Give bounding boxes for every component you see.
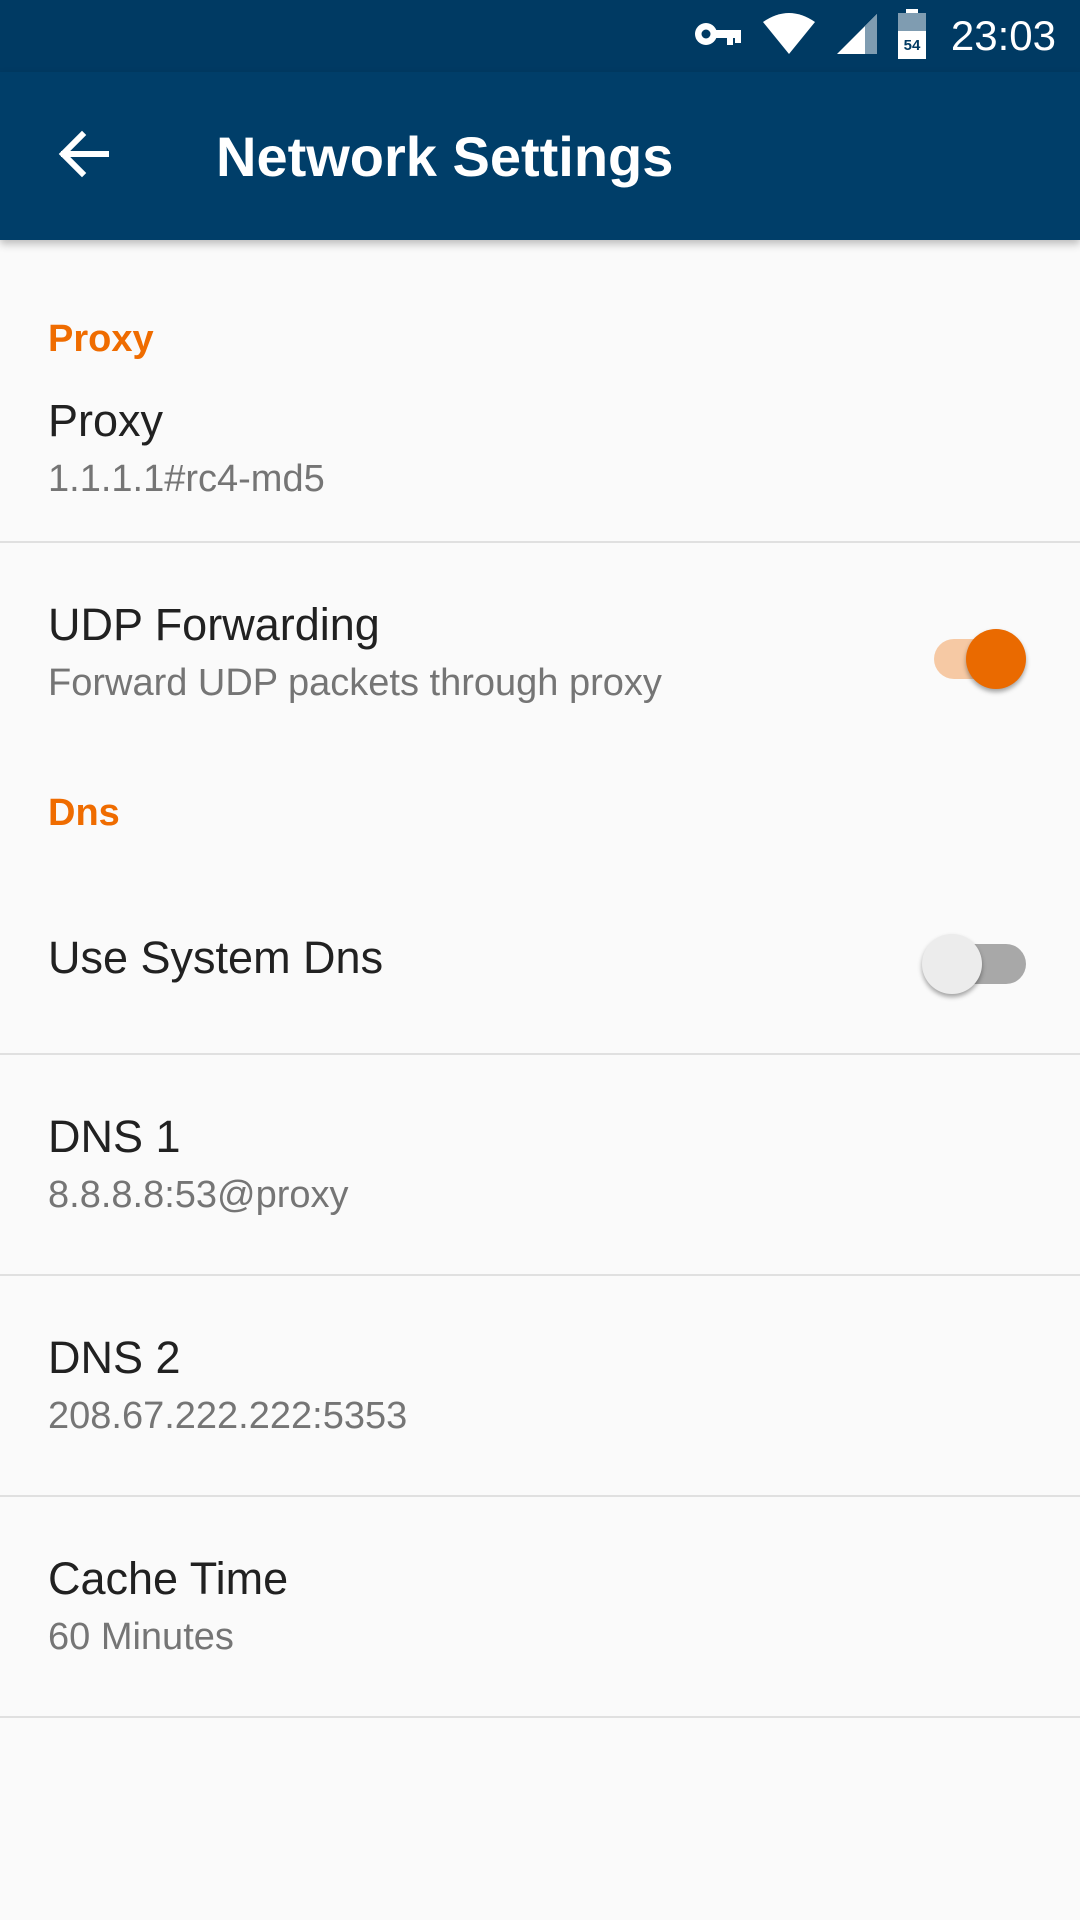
- pref-title: Use System Dns: [48, 932, 384, 983]
- pref-title: DNS 1: [48, 1110, 181, 1162]
- switch-thumb: [966, 629, 1026, 689]
- pref-title: Proxy: [48, 394, 164, 446]
- status-icons: 54 23:03: [693, 0, 1056, 72]
- section-header-dns: Dns: [0, 763, 1080, 863]
- settings-list: Proxy Proxy 1.1.1.1#rc4-md5 UDP Forwardi…: [0, 240, 1080, 1920]
- page-title: Network Settings: [216, 124, 674, 188]
- vpn-key-icon: [693, 19, 743, 54]
- battery-icon: 54: [897, 8, 927, 64]
- pref-dns2[interactable]: DNS 2 208.67.222.222:5353: [0, 1276, 1080, 1497]
- pref-summary: 8.8.8.8:53@proxy: [48, 1173, 349, 1216]
- section-header-label: Proxy: [48, 317, 154, 360]
- status-time: 23:03: [950, 12, 1056, 59]
- section-header-label: Dns: [48, 791, 120, 834]
- pref-cache-time[interactable]: Cache Time 60 Minutes: [0, 1497, 1080, 1718]
- pref-title: Cache Time: [48, 1552, 289, 1604]
- pref-use-system-dns[interactable]: Use System Dns: [0, 863, 1080, 1055]
- pref-title: DNS 2: [48, 1331, 181, 1383]
- app-bar: Network Settings: [0, 72, 1080, 240]
- pref-summary: 208.67.222.222:5353: [48, 1394, 408, 1437]
- use-system-dns-switch[interactable]: [922, 924, 1026, 994]
- status-bar: 54 23:03: [0, 0, 1080, 72]
- pref-dns1[interactable]: DNS 1 8.8.8.8:53@proxy: [0, 1055, 1080, 1276]
- pref-proxy[interactable]: Proxy 1.1.1.1#rc4-md5: [0, 378, 1080, 543]
- pref-summary: 60 Minutes: [48, 1615, 234, 1658]
- pref-summary: 1.1.1.1#rc4-md5: [48, 457, 325, 500]
- pref-title: UDP Forwarding: [48, 599, 380, 650]
- back-button[interactable]: [36, 108, 132, 204]
- udp-forwarding-switch[interactable]: [926, 619, 1026, 689]
- arrow-back-icon: [58, 130, 110, 183]
- pref-udp-forwarding[interactable]: UDP Forwarding Forward UDP packets throu…: [0, 543, 1080, 763]
- cell-signal-icon: [835, 12, 879, 61]
- pref-summary: Forward UDP packets through proxy: [48, 662, 662, 704]
- wifi-icon: [761, 12, 817, 61]
- switch-thumb: [922, 934, 982, 994]
- battery-level-text: 54: [904, 37, 921, 54]
- section-header-proxy: Proxy: [0, 240, 1080, 400]
